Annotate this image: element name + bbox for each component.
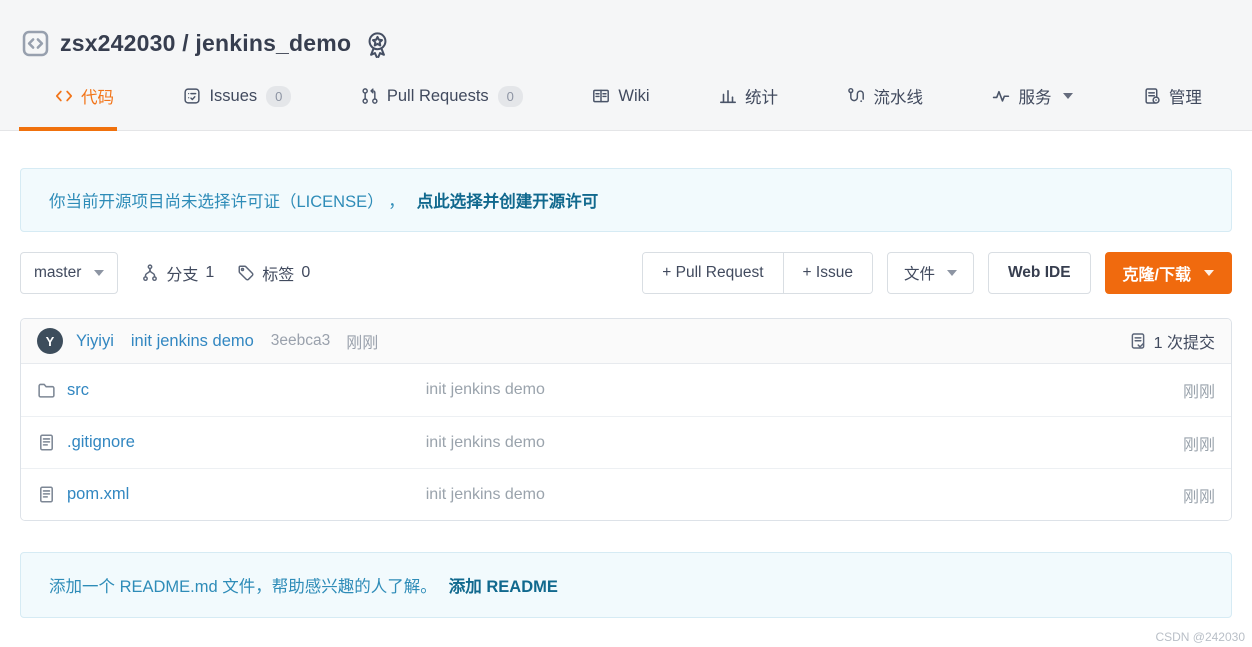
issues-icon	[183, 87, 201, 105]
tab-issues-label: Issues	[209, 86, 258, 105]
tab-wiki[interactable]: Wiki	[592, 62, 650, 130]
repo-header: zsx242030 / jenkins_demo	[0, 0, 1252, 62]
new-pull-request-button[interactable]: + Pull Request	[643, 253, 783, 293]
tab-wiki-label: Wiki	[618, 86, 650, 105]
license-notice-banner: 你当前开源项目尚未选择许可证（LICENSE） ， 点此选择并创建开源许可	[20, 168, 1232, 232]
file-name-cell: .gitignore	[37, 433, 426, 452]
file-name-link[interactable]: src	[67, 381, 89, 400]
pr-issue-button-group: + Pull Request + Issue	[642, 252, 873, 294]
pull-requests-count-badge: 0	[497, 85, 523, 107]
issues-count-badge: 0	[266, 85, 292, 107]
readme-notice-banner: 添加一个 README.md 文件，帮助感兴趣的人了解。 添加 README	[20, 552, 1232, 618]
tags-label: 标签	[262, 267, 295, 284]
new-issue-button[interactable]: + Issue	[782, 253, 872, 293]
commits-count-label: 1 次提交	[1153, 335, 1215, 352]
wiki-icon	[592, 87, 610, 105]
tab-statistics[interactable]: 统计	[719, 62, 778, 130]
services-pulse-icon	[992, 87, 1010, 105]
commits-count-link[interactable]: 1 次提交	[1129, 329, 1215, 353]
license-create-link[interactable]: 点此选择并创建开源许可	[417, 188, 599, 212]
watermark: CSDN @242030	[1155, 630, 1245, 644]
tab-pull-requests-label: Pull Requests	[386, 86, 489, 105]
commit-time: 刚刚	[346, 335, 379, 352]
clone-download-label: 克隆/下载	[1122, 267, 1191, 284]
file-commit-time: 刚刚	[1182, 384, 1215, 401]
avatar[interactable]: Y	[37, 328, 63, 354]
file-commit-message[interactable]: init jenkins demo	[426, 434, 1183, 452]
files-dropdown-label: 文件	[903, 266, 935, 283]
file-commit-message[interactable]: init jenkins demo	[426, 381, 1183, 399]
file-icon	[37, 433, 56, 452]
pull-request-icon	[361, 87, 379, 105]
branch-selector[interactable]: master	[20, 252, 119, 294]
branch-icon	[141, 264, 159, 282]
chevron-down-icon	[94, 270, 105, 276]
commits-icon	[1129, 332, 1147, 350]
top-region: zsx242030 / jenkins_demo 代码 Issues 0 Pul…	[0, 0, 1252, 131]
tab-code-label: 代码	[81, 89, 114, 107]
stats-icon	[719, 87, 737, 105]
tab-services-label: 服务	[1018, 89, 1052, 107]
chevron-down-icon	[1204, 270, 1214, 276]
file-name-cell: pom.xml	[37, 485, 426, 504]
clone-download-button[interactable]: 克隆/下载	[1104, 252, 1232, 294]
pipeline-icon	[847, 87, 865, 105]
tags-count: 0	[301, 264, 311, 281]
branches-count: 1	[205, 264, 215, 281]
tab-services[interactable]: 服务	[992, 62, 1074, 130]
file-icon	[37, 485, 56, 504]
readme-notice-text: 添加一个 README.md 文件，帮助感兴趣的人了解。	[49, 578, 437, 596]
file-name-link[interactable]: .gitignore	[67, 433, 135, 452]
file-name-cell: src	[37, 381, 426, 400]
tab-code[interactable]: 代码	[19, 62, 117, 131]
tab-pipelines-label: 流水线	[873, 89, 923, 107]
tab-issues[interactable]: Issues 0	[183, 62, 292, 130]
repo-nav: 代码 Issues 0 Pull Requests 0 Wiki 统计 流水线 …	[0, 62, 1252, 131]
add-readme-link[interactable]: 添加 README	[449, 573, 558, 597]
repo-file-table: Y Yiyiyi init jenkins demo 3eebca3 刚刚 1 …	[20, 318, 1232, 521]
file-commit-time: 刚刚	[1182, 488, 1215, 506]
table-row: src init jenkins demo 刚刚	[21, 364, 1231, 416]
file-name-link[interactable]: pom.xml	[67, 485, 129, 504]
latest-commit-bar: Y Yiyiyi init jenkins demo 3eebca3 刚刚 1 …	[21, 319, 1231, 364]
medal-icon[interactable]	[364, 31, 391, 58]
tags-link[interactable]: 标签 0	[237, 261, 310, 285]
commit-author-link[interactable]: Yiyiyi	[76, 332, 114, 351]
folder-icon	[37, 381, 56, 400]
branch-selector-value: master	[34, 264, 82, 281]
file-commit-time: 刚刚	[1182, 436, 1215, 454]
tab-statistics-label: 统计	[745, 89, 778, 107]
tag-icon	[237, 264, 255, 282]
repo-title: zsx242030 / jenkins_demo	[60, 29, 352, 56]
web-ide-button[interactable]: Web IDE	[987, 252, 1091, 294]
branch-action-bar: master 分支 1 标签 0 + Pull Request + Issue …	[20, 252, 1232, 294]
chevron-down-icon	[1063, 93, 1074, 99]
tab-manage-label: 管理	[1168, 89, 1202, 107]
manage-icon	[1143, 87, 1161, 105]
table-row: pom.xml init jenkins demo 刚刚	[21, 468, 1231, 520]
branches-label: 分支	[166, 267, 199, 284]
file-commit-message[interactable]: init jenkins demo	[426, 486, 1183, 504]
tab-pull-requests[interactable]: Pull Requests 0	[361, 62, 523, 130]
tab-pipelines[interactable]: 流水线	[847, 62, 923, 130]
chevron-down-icon	[946, 270, 957, 276]
repo-code-icon	[22, 30, 49, 57]
commit-message-link[interactable]: init jenkins demo	[131, 332, 254, 351]
branches-link[interactable]: 分支 1	[141, 261, 214, 285]
license-notice-text: 你当前开源项目尚未选择许可证（LICENSE） ，	[49, 193, 405, 211]
files-dropdown-button[interactable]: 文件	[886, 252, 974, 294]
code-icon	[55, 87, 73, 105]
commit-hash[interactable]: 3eebca3	[271, 332, 330, 350]
table-row: .gitignore init jenkins demo 刚刚	[21, 416, 1231, 468]
tab-manage[interactable]: 管理	[1143, 62, 1202, 130]
